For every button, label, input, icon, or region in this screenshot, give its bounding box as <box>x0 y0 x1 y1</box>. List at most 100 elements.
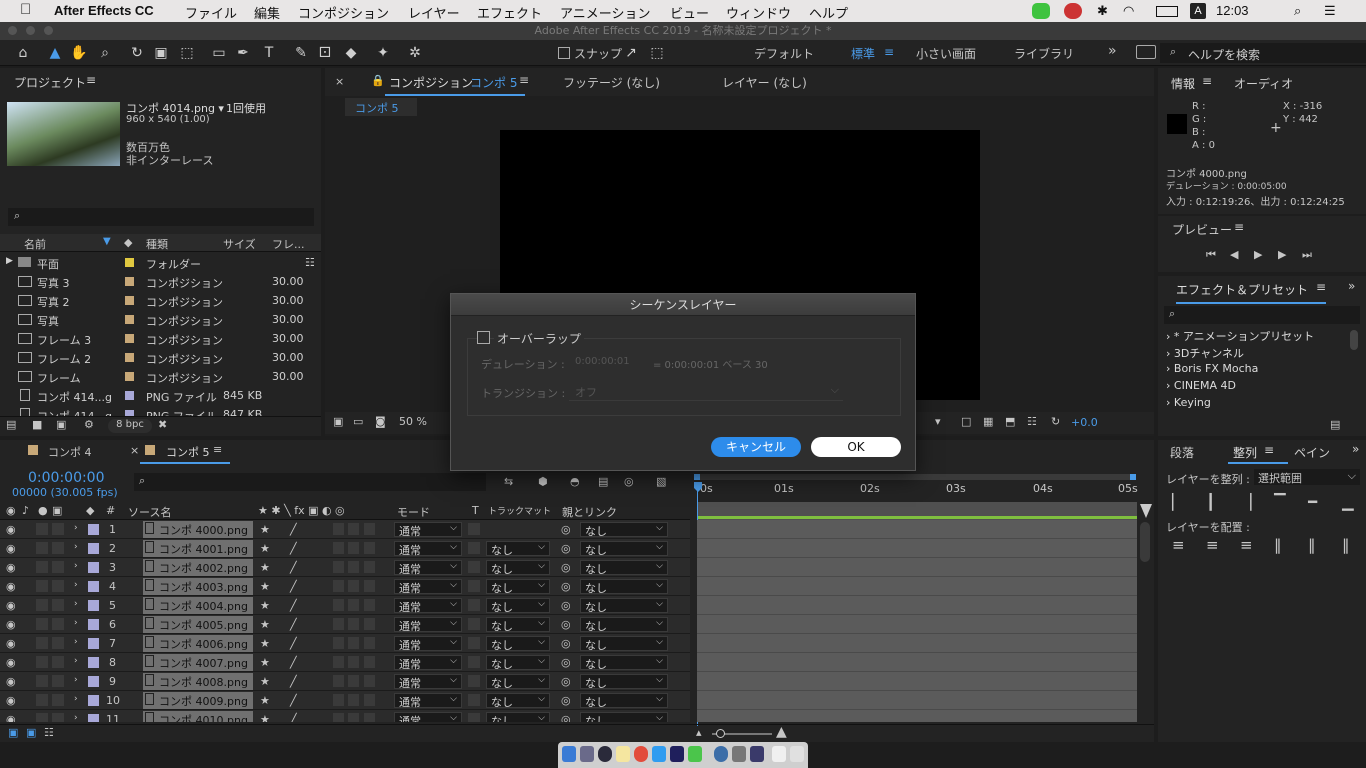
solo-switch-icon[interactable]: ● <box>38 504 48 517</box>
snap-checkbox[interactable] <box>558 47 570 59</box>
tab-info[interactable]: 情報 <box>1171 75 1195 92</box>
track-matte-dropdown[interactable]: なし ⌵ <box>486 560 550 576</box>
panel-menu-icon[interactable]: ≡ <box>519 73 529 87</box>
layer-duration-bar[interactable] <box>697 520 1137 539</box>
lock-box[interactable] <box>52 675 64 687</box>
source-name-cell[interactable]: コンポ 4009.png <box>143 692 253 709</box>
switch-box[interactable] <box>348 637 359 649</box>
label-swatch[interactable] <box>125 391 134 400</box>
layer-duration-bar[interactable] <box>697 672 1137 691</box>
col-size[interactable]: サイズ <box>223 236 256 252</box>
mode-dropdown[interactable]: 通常 ⌵ <box>394 655 462 671</box>
col-type[interactable]: 種類 <box>146 236 168 252</box>
project-settings-icon[interactable]: ⚙ <box>84 418 94 431</box>
parent-dropdown[interactable]: なし ⌵ <box>580 636 668 652</box>
preserve-transparency-box[interactable] <box>468 675 480 687</box>
shy-switch-icon[interactable]: ★ <box>260 694 270 707</box>
layer-row[interactable]: ◉ › 5 コンポ 4004.png ★ ╱ 通常 ⌵ なし ⌵ ◎ なし ⌵ <box>0 596 690 615</box>
expand-arrow-icon[interactable]: › <box>74 561 78 571</box>
preserve-transparency-box[interactable] <box>468 580 480 592</box>
snap-options-icon[interactable]: ↗ <box>622 44 640 62</box>
solo-box[interactable] <box>36 656 48 668</box>
lock-box[interactable] <box>52 637 64 649</box>
bluetooth-icon[interactable]: ✱ <box>1097 3 1108 19</box>
comp-breadcrumb[interactable]: コンポ 5 <box>345 98 417 116</box>
notification-center-icon[interactable]: ☰ <box>1324 3 1336 19</box>
visibility-eye-icon[interactable]: ◉ <box>6 656 16 669</box>
source-name-cell[interactable]: コンポ 4008.png <box>143 673 253 690</box>
line-icon[interactable] <box>688 746 702 762</box>
layer-duration-bar[interactable] <box>697 558 1137 577</box>
switch-box[interactable] <box>364 694 375 706</box>
tab-comp-4[interactable]: コンポ 4 <box>48 444 92 460</box>
label-swatch[interactable] <box>88 619 99 630</box>
comp-marker-bin-icon[interactable] <box>1140 504 1152 518</box>
zoom-in-icon[interactable]: ▲ <box>776 724 787 740</box>
quality-switch-icon[interactable]: ╱ <box>290 694 297 707</box>
menu-composition[interactable]: コンポジション <box>298 3 389 22</box>
media-encoder-icon[interactable] <box>750 746 764 762</box>
help-search-box[interactable]: ⌕ ヘルプを検索 <box>1160 43 1366 63</box>
quality-switch-icon[interactable]: ╱ <box>290 618 297 631</box>
line-app-icon[interactable] <box>1032 3 1050 19</box>
expand-arrow-icon[interactable]: › <box>74 599 78 609</box>
layer-row[interactable]: ◉ › 7 コンポ 4006.png ★ ╱ 通常 ⌵ なし ⌵ ◎ なし ⌵ <box>0 634 690 653</box>
track-matte-dropdown[interactable]: なし ⌵ <box>486 636 550 652</box>
magnification-dropdown[interactable]: 50 % <box>399 415 427 428</box>
parent-dropdown[interactable]: なし ⌵ <box>580 522 668 538</box>
shy-layers-icon[interactable]: ◓ <box>570 475 580 488</box>
effects-item[interactable]: › 3Dチャンネル <box>1166 345 1244 361</box>
in-out-toggle-icon[interactable]: ☷ <box>44 726 54 739</box>
monitor-icon[interactable]: ▭ <box>353 415 363 428</box>
hand-tool-icon[interactable]: ✋ <box>70 44 88 62</box>
lock-box[interactable] <box>52 694 64 706</box>
lock-box[interactable] <box>52 618 64 630</box>
pen-tool-icon[interactable]: ✒ <box>234 44 252 62</box>
apple-icon[interactable]:  <box>20 1 31 18</box>
switch-box[interactable] <box>364 580 375 592</box>
creative-cloud-icon[interactable] <box>1064 3 1082 19</box>
preserve-transparency-box[interactable] <box>468 542 480 554</box>
tab-comp-5[interactable]: コンポ 5 <box>166 444 210 460</box>
close-window-icon[interactable] <box>8 26 17 35</box>
selection-tool-icon[interactable]: ▲ <box>46 44 64 62</box>
roto-brush-tool-icon[interactable]: ✦ <box>374 44 392 62</box>
quality-switch-icon[interactable]: ╱ <box>290 637 297 650</box>
solo-box[interactable] <box>36 599 48 611</box>
solo-box[interactable] <box>36 713 48 722</box>
parent-dropdown[interactable]: なし ⌵ <box>580 674 668 690</box>
parent-dropdown[interactable]: なし ⌵ <box>580 617 668 633</box>
parent-dropdown[interactable]: なし ⌵ <box>580 598 668 614</box>
switch-box[interactable] <box>333 637 344 649</box>
edit-workspaces-icon[interactable] <box>1136 45 1156 59</box>
layer-duration-bar[interactable] <box>697 577 1137 596</box>
source-name-cell[interactable]: コンポ 4004.png <box>143 597 253 614</box>
source-name-cell[interactable]: コンポ 4007.png <box>143 654 253 671</box>
effects-search-input[interactable]: ⌕ <box>1164 306 1360 324</box>
panel-menu-icon[interactable]: ≡ <box>1264 443 1274 457</box>
track-matte-dropdown[interactable]: なし ⌵ <box>486 617 550 633</box>
layer-row[interactable]: ◉ › 2 コンポ 4001.png ★ ╱ 通常 ⌵ なし ⌵ ◎ なし ⌵ <box>0 539 690 558</box>
list-item[interactable]: フレーム 3 コンポジション 30.00 <box>0 329 320 348</box>
menu-edit[interactable]: 編集 <box>254 3 280 22</box>
workspace-small-screen[interactable]: 小さい画面 <box>916 45 976 62</box>
new-folder-icon[interactable]: ■ <box>32 418 42 431</box>
source-name-cell[interactable]: コンポ 4002.png <box>143 559 253 576</box>
switch-box[interactable] <box>364 561 375 573</box>
tab-layer[interactable]: レイヤー (なし) <box>722 74 807 91</box>
pick-whip-icon[interactable]: ◎ <box>561 561 571 574</box>
label-swatch[interactable] <box>88 657 99 668</box>
draft-3d-icon[interactable]: ⬢ <box>538 475 548 488</box>
app-menu[interactable]: After Effects CC <box>54 3 154 18</box>
snap-grid-icon[interactable]: ⬚ <box>648 44 666 62</box>
video-switch-icon[interactable]: ◉ <box>6 504 16 517</box>
launchpad-icon[interactable] <box>580 746 594 762</box>
solo-box[interactable] <box>36 542 48 554</box>
layer-number-column[interactable]: # <box>106 504 115 517</box>
project-panel-title[interactable]: プロジェクト <box>14 74 86 91</box>
shy-switch-icon[interactable]: ★ <box>260 618 270 631</box>
expand-arrow-icon[interactable]: › <box>74 675 78 685</box>
list-item[interactable]: 写真 3 コンポジション 30.00 <box>0 272 320 291</box>
parent-dropdown[interactable]: なし ⌵ <box>580 579 668 595</box>
shy-switch-icon[interactable]: ★ <box>260 580 270 593</box>
